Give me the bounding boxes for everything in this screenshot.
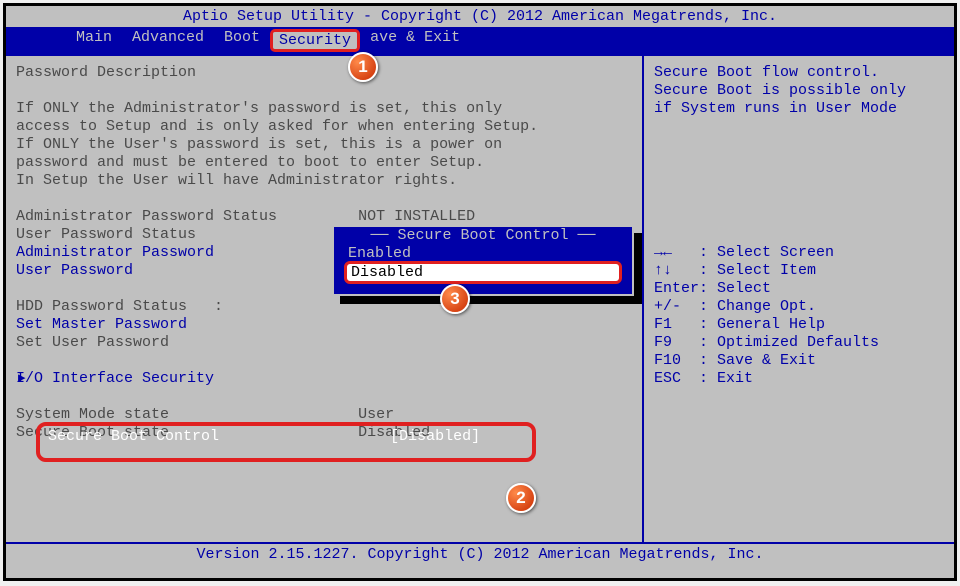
sbc-value: [Disabled] — [390, 428, 480, 445]
annotation-badge-3: 3 — [440, 284, 470, 314]
help-text: Secure Boot is possible only — [654, 82, 944, 100]
secure-boot-control-row[interactable]: Secure Boot Control [Disabled] — [36, 422, 536, 462]
submenu-arrow-icon: ▸ — [18, 370, 26, 388]
set-user-password: Set User Password — [16, 334, 632, 352]
bios-window: Aptio Setup Utility - Copyright (C) 2012… — [3, 3, 957, 581]
admin-pwd-status: Administrator Password Status NOT INSTAL… — [16, 208, 632, 226]
pwd-desc-line: If ONLY the Administrator's password is … — [16, 100, 632, 118]
tab-security[interactable]: Security — [270, 29, 360, 52]
tab-main[interactable]: Main — [66, 29, 122, 52]
content-area: Password Description If ONLY the Adminis… — [6, 54, 954, 544]
annotation-badge-1: 1 — [348, 52, 378, 82]
hotkey-select-screen: →← : Select Screen — [654, 244, 944, 262]
popup-title: Secure Boot Control — [397, 227, 568, 244]
io-interface-security[interactable]: ▸I/O Interface Security — [16, 370, 632, 388]
settings-pane: Password Description If ONLY the Adminis… — [6, 56, 644, 542]
help-pane: Secure Boot flow control. Secure Boot is… — [644, 56, 954, 542]
hotkey-optimized-def: F9 : Optimized Defaults — [654, 334, 944, 352]
set-master-password[interactable]: Set Master Password — [16, 316, 632, 334]
sbc-label: Secure Boot Control — [48, 428, 219, 445]
hdd-pwd-status: HDD Password Status : — [16, 298, 632, 316]
hotkey-general-help: F1 : General Help — [654, 316, 944, 334]
tab-boot[interactable]: Boot — [214, 29, 270, 52]
hotkey-select-item: ↑↓ : Select Item — [654, 262, 944, 280]
tab-bar: Main Advanced Boot Security ave & Exit — [6, 27, 954, 54]
popup-option-disabled[interactable]: Disabled — [344, 261, 622, 284]
secure-boot-control-popup: ── Secure Boot Control ── Enabled Disabl… — [332, 225, 634, 296]
tab-advanced[interactable]: Advanced — [122, 29, 214, 52]
pwd-desc-line: access to Setup and is only asked for wh… — [16, 118, 632, 136]
pwd-desc-heading: Password Description — [16, 64, 632, 82]
pwd-desc-line: password and must be entered to boot to … — [16, 154, 632, 172]
pwd-desc-line: If ONLY the User's password is set, this… — [16, 136, 632, 154]
help-text: if System runs in User Mode — [654, 100, 944, 118]
pwd-desc-line: In Setup the User will have Administrato… — [16, 172, 632, 190]
title-bar: Aptio Setup Utility - Copyright (C) 2012… — [6, 6, 954, 27]
tab-save-exit[interactable]: ave & Exit — [360, 29, 470, 52]
footer-bar: Version 2.15.1227. Copyright (C) 2012 Am… — [6, 544, 954, 565]
annotation-badge-2: 2 — [506, 483, 536, 513]
hotkey-change-opt: +/- : Change Opt. — [654, 298, 944, 316]
hotkey-esc: ESC : Exit — [654, 370, 944, 388]
hotkey-save-exit: F10 : Save & Exit — [654, 352, 944, 370]
help-text: Secure Boot flow control. — [654, 64, 944, 82]
hotkey-enter: Enter: Select — [654, 280, 944, 298]
